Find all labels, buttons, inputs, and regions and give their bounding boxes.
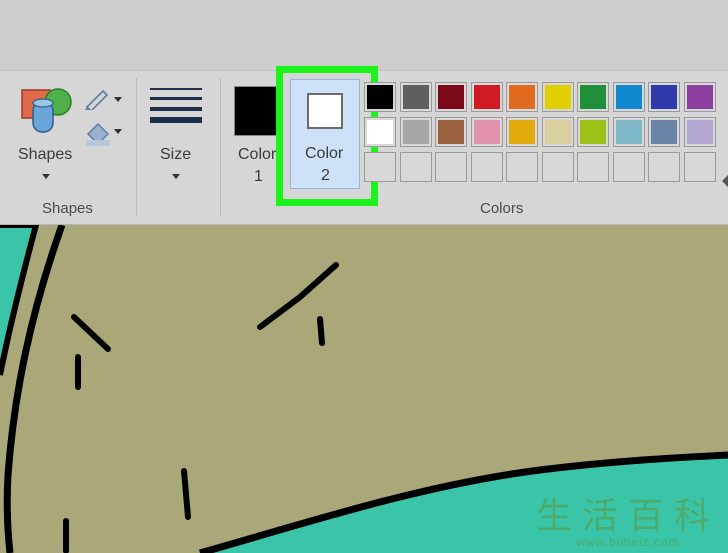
palette-swatch[interactable]	[684, 117, 716, 147]
size-button[interactable]: Size	[146, 82, 208, 192]
watermark: 生活百科 www.bimeiz.com	[536, 487, 720, 549]
palette-swatch[interactable]	[577, 117, 609, 147]
color1-swatch	[234, 86, 278, 136]
palette-custom-empty[interactable]	[506, 152, 538, 182]
group-divider	[136, 78, 137, 216]
shapes-group-label: Shapes	[42, 200, 93, 217]
colors-group-label: Colors	[480, 200, 524, 217]
shapes-button-label: Shapes	[18, 146, 73, 163]
palette-custom-empty[interactable]	[577, 152, 609, 182]
shapes-gallery-button[interactable]: Shapes	[10, 82, 80, 192]
palette-swatch[interactable]	[364, 117, 396, 147]
palette-swatch[interactable]	[400, 82, 432, 112]
size-button-label: Size	[160, 146, 192, 163]
chevron-down-icon	[172, 174, 180, 179]
palette-swatch[interactable]	[542, 82, 574, 112]
palette-custom-empty[interactable]	[542, 152, 574, 182]
palette-swatch[interactable]	[542, 117, 574, 147]
palette-swatch[interactable]	[648, 117, 680, 147]
palette-swatch[interactable]	[613, 117, 645, 147]
watermark-chars: 生活百科	[535, 496, 720, 537]
palette-swatch[interactable]	[471, 117, 503, 147]
color2-highlight-frame	[276, 66, 378, 206]
group-divider	[220, 78, 221, 216]
palette-swatch[interactable]	[435, 82, 467, 112]
palette-swatch[interactable]	[506, 117, 538, 147]
fill-button[interactable]	[84, 120, 124, 148]
palette-custom-empty[interactable]	[364, 152, 396, 182]
palette-swatch[interactable]	[648, 82, 680, 112]
outline-button[interactable]	[84, 88, 124, 113]
line-size-icon	[150, 88, 202, 123]
color1-button[interactable]: Color 1	[228, 82, 282, 192]
chevron-down-icon	[42, 174, 50, 179]
palette-swatch[interactable]	[613, 82, 645, 112]
palette-swatch[interactable]	[435, 117, 467, 147]
palette-swatch[interactable]	[506, 82, 538, 112]
color1-label-line2: 1	[254, 168, 263, 185]
palette-swatch[interactable]	[684, 82, 716, 112]
pencil-outline-icon	[84, 89, 122, 113]
palette-custom-empty[interactable]	[613, 152, 645, 182]
palette-custom-empty[interactable]	[435, 152, 467, 182]
shapes-icon	[21, 88, 72, 133]
palette-custom-empty[interactable]	[648, 152, 680, 182]
ribbon-scroll-left-icon[interactable]	[722, 175, 728, 187]
window-top-area	[0, 0, 728, 70]
palette-swatch[interactable]	[471, 82, 503, 112]
fill-bucket-icon	[86, 122, 122, 146]
palette-swatch[interactable]	[364, 82, 396, 112]
color1-label-line1: Color	[238, 146, 277, 163]
palette-custom-empty[interactable]	[400, 152, 432, 182]
palette-custom-empty[interactable]	[684, 152, 716, 182]
palette-swatch[interactable]	[400, 117, 432, 147]
palette-custom-empty[interactable]	[471, 152, 503, 182]
palette-swatch[interactable]	[577, 82, 609, 112]
